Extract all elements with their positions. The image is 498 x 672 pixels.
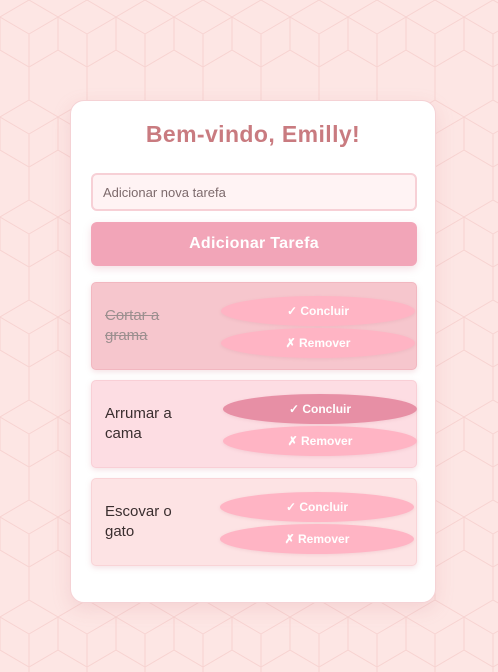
task-text: Escovar o gato [105, 503, 172, 540]
task-text: Cortar a grama [105, 307, 160, 344]
task-item: Cortar a grama ✓ Concluir ✗ Remover [91, 282, 417, 370]
page-title: Bem-vindo, Emilly! [145, 121, 361, 147]
task-item: Escovar o gato ✓ Concluir ✗ Remover [91, 478, 417, 566]
new-task-input[interactable] [91, 173, 417, 211]
complete-task-button[interactable]: ✓ Concluir [223, 394, 417, 424]
task-text: Arrumar a cama [105, 405, 172, 442]
todo-card: Bem-vindo, Emilly! Adicionar Tarefa Cort… [70, 100, 436, 603]
complete-task-button[interactable]: ✓ Concluir [220, 492, 414, 522]
task-item: Arrumar a cama ✓ Concluir ✗ Remover [91, 380, 417, 468]
remove-task-button[interactable]: ✗ Remover [223, 426, 417, 456]
complete-task-button[interactable]: ✓ Concluir [221, 296, 415, 326]
remove-task-button[interactable]: ✗ Remover [220, 524, 414, 554]
remove-task-button[interactable]: ✗ Remover [221, 328, 415, 358]
add-task-button[interactable]: Adicionar Tarefa [91, 222, 417, 266]
